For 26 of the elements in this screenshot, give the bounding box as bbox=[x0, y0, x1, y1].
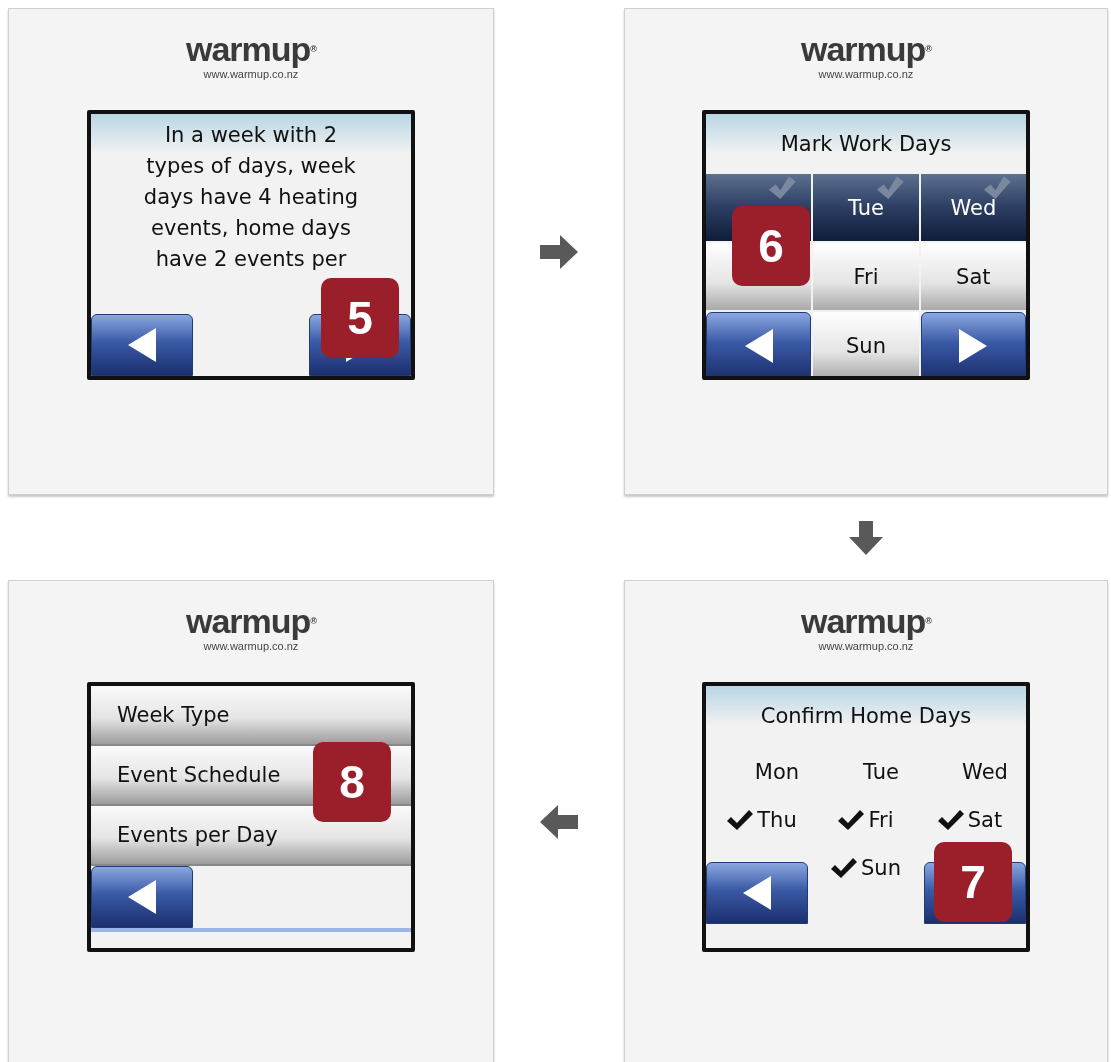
screen-title: Mark Work Days bbox=[779, 131, 953, 158]
day-label: Sat bbox=[967, 808, 1003, 832]
screen-title: Confirm Home Days bbox=[759, 703, 973, 730]
day-label: Thu bbox=[757, 808, 797, 832]
message-text: have 2 events per bbox=[155, 246, 347, 273]
step-number-tooltip: 5 bbox=[321, 278, 399, 358]
brand-logo: warmup$^{®}$ bbox=[801, 603, 931, 639]
website-url: www.warmup.co.nz bbox=[203, 68, 299, 80]
brand-logo: warmup$^{®}$ bbox=[186, 603, 316, 639]
message-text: events, home days bbox=[151, 215, 351, 242]
message-text: types of days, week bbox=[146, 153, 356, 180]
step-number-tooltip: 6 bbox=[732, 206, 810, 286]
day-label: Fri bbox=[868, 808, 894, 832]
brand-logo: warmup$^{®}$ bbox=[801, 31, 931, 67]
message-text: In a week with 2 bbox=[164, 122, 338, 149]
day-label: Sun bbox=[861, 856, 901, 880]
message-text: days have 4 heating bbox=[143, 184, 359, 211]
step-number-tooltip: 7 bbox=[934, 842, 1012, 922]
brand-logo: warmup$^{®}$ bbox=[186, 31, 316, 67]
website-url: www.warmup.co.nz bbox=[203, 640, 299, 652]
step-number-tooltip: 8 bbox=[313, 742, 391, 822]
day-label: Mon bbox=[754, 760, 800, 784]
day-label: Tue bbox=[863, 760, 899, 784]
website-url: www.warmup.co.nz bbox=[818, 640, 914, 652]
website-url: www.warmup.co.nz bbox=[818, 68, 914, 80]
day-label: Wed bbox=[962, 760, 1008, 784]
